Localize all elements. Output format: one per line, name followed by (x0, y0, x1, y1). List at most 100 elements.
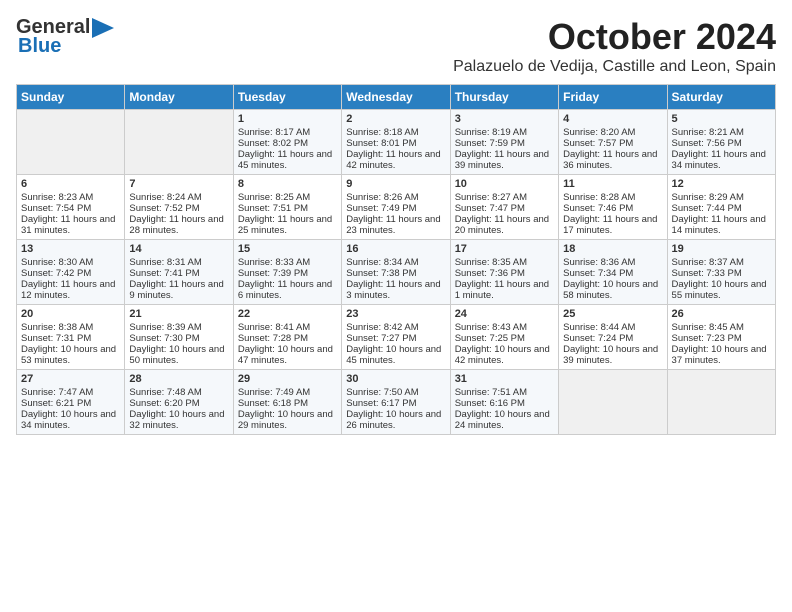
calendar-body: 1 Sunrise: 8:17 AMSunset: 8:02 PM Daylight… (17, 110, 776, 435)
day-content-line: Sunrise: 8:36 AM (563, 257, 662, 268)
day-content-line: Sunrise: 7:48 AM (129, 387, 228, 398)
month-title: October 2024 (453, 16, 776, 58)
calendar-table: SundayMondayTuesdayWednesdayThursdayFrid… (16, 84, 776, 435)
calendar-cell: 26Sunrise: 8:45 AMSunset: 7:23 PMDayligh… (667, 305, 775, 370)
calendar-cell: 11Sunrise: 8:28 AMSunset: 7:46 PMDayligh… (559, 175, 667, 240)
day-content-line: Sunset: 7:59 PM (455, 138, 554, 149)
calendar-cell: 29Sunrise: 7:49 AMSunset: 6:18 PMDayligh… (233, 370, 341, 435)
day-content-line: Sunset: 7:51 PM (238, 203, 337, 214)
logo: General Blue (16, 16, 114, 58)
day-content-line: Sunset: 6:20 PM (129, 398, 228, 409)
calendar-cell: 14Sunrise: 8:31 AMSunset: 7:41 PMDayligh… (125, 240, 233, 305)
day-number: 12 (672, 178, 771, 190)
day-content-line: Sunset: 7:33 PM (672, 268, 771, 279)
calendar-cell (667, 370, 775, 435)
day-content-line: Daylight: 11 hours and 28 minutes. (129, 214, 228, 236)
calendar-cell: 7 Sunrise: 8:24 AMSunset: 7:52 PMDaylight… (125, 175, 233, 240)
calendar-cell: 13Sunrise: 8:30 AMSunset: 7:42 PMDayligh… (17, 240, 125, 305)
day-content-line: Sunset: 7:39 PM (238, 268, 337, 279)
day-number: 14 (129, 243, 228, 255)
calendar-cell: 10Sunrise: 8:27 AMSunset: 7:47 PMDayligh… (450, 175, 558, 240)
day-number: 9 (346, 178, 445, 190)
day-number: 7 (129, 178, 228, 190)
calendar-cell: 28Sunrise: 7:48 AMSunset: 6:20 PMDayligh… (125, 370, 233, 435)
calendar-cell: 8Sunrise: 8:25 AMSunset: 7:51 PMDaylight… (233, 175, 341, 240)
day-number: 29 (238, 373, 337, 385)
calendar-cell: 16Sunrise: 8:34 AMSunset: 7:38 PMDayligh… (342, 240, 450, 305)
day-content-line: Sunset: 7:57 PM (563, 138, 662, 149)
day-content-line: Daylight: 11 hours and 34 minutes. (672, 149, 771, 171)
calendar-cell: 24Sunrise: 8:43 AMSunset: 7:25 PMDayligh… (450, 305, 558, 370)
day-number: 5 (672, 113, 771, 125)
day-header-saturday: Saturday (667, 85, 775, 110)
calendar-header-row: SundayMondayTuesdayWednesdayThursdayFrid… (17, 85, 776, 110)
day-content-line: Sunrise: 8:38 AM (21, 322, 120, 333)
day-content-line: Sunrise: 8:29 AM (672, 192, 771, 203)
calendar-cell: 5 Sunrise: 8:21 AMSunset: 7:56 PMDaylight… (667, 110, 775, 175)
calendar-cell (559, 370, 667, 435)
day-content-line: Sunset: 7:31 PM (21, 333, 120, 344)
day-content-line: Sunset: 7:56 PM (672, 138, 771, 149)
day-content-line: Sunrise: 8:24 AM (129, 192, 228, 203)
day-number: 20 (21, 308, 120, 320)
calendar-cell: 20Sunrise: 8:38 AMSunset: 7:31 PMDayligh… (17, 305, 125, 370)
day-number: 10 (455, 178, 554, 190)
day-content-line: Daylight: 11 hours and 9 minutes. (129, 279, 228, 301)
day-content-line: Sunrise: 8:21 AM (672, 127, 771, 138)
calendar-week-row: 1 Sunrise: 8:17 AMSunset: 8:02 PM Daylight… (17, 110, 776, 175)
day-content-line: Sunset: 7:27 PM (346, 333, 445, 344)
calendar-cell: 17 Sunrise: 8:35 AMSunset: 7:36 PMDayligh… (450, 240, 558, 305)
calendar-cell: 23 Sunrise: 8:42 AMSunset: 7:27 PMDayligh… (342, 305, 450, 370)
day-content-line: Sunrise: 8:39 AM (129, 322, 228, 333)
day-content-line: Sunrise: 8:23 AM (21, 192, 120, 203)
day-content-line: Sunset: 7:54 PM (21, 203, 120, 214)
day-content-line: Daylight: 11 hours and 1 minute. (455, 279, 554, 301)
calendar-cell: 2Sunrise: 8:18 AMSunset: 8:01 PMDaylight… (342, 110, 450, 175)
day-number: 28 (129, 373, 228, 385)
day-content-line: Sunrise: 8:44 AM (563, 322, 662, 333)
day-content-line: Daylight: 10 hours and 47 minutes. (238, 344, 337, 366)
calendar-cell: 6Sunrise: 8:23 AMSunset: 7:54 PMDaylight… (17, 175, 125, 240)
calendar-cell: 21Sunrise: 8:39 AMSunset: 7:30 PMDayligh… (125, 305, 233, 370)
page-header: General Blue October 2024 Palazuelo de V… (16, 16, 776, 76)
day-content-line: Sunrise: 8:20 AM (563, 127, 662, 138)
day-content-line: Sunrise: 8:17 AM (238, 127, 337, 138)
day-number: 1 (238, 113, 337, 125)
location-title: Palazuelo de Vedija, Castille and Leon, … (453, 58, 776, 76)
day-content-line: Sunset: 7:36 PM (455, 268, 554, 279)
day-content-line: Sunset: 7:34 PM (563, 268, 662, 279)
day-content-line: Daylight: 11 hours and 42 minutes. (346, 149, 445, 171)
day-content-line: Daylight: 10 hours and 55 minutes. (672, 279, 771, 301)
day-content-line: Sunrise: 8:42 AM (346, 322, 445, 333)
calendar-cell: 12Sunrise: 8:29 AMSunset: 7:44 PMDayligh… (667, 175, 775, 240)
day-number: 19 (672, 243, 771, 255)
calendar-cell (125, 110, 233, 175)
day-content-line: Sunrise: 8:43 AM (455, 322, 554, 333)
calendar-week-row: 13Sunrise: 8:30 AMSunset: 7:42 PMDayligh… (17, 240, 776, 305)
day-header-wednesday: Wednesday (342, 85, 450, 110)
calendar-cell: 4Sunrise: 8:20 AMSunset: 7:57 PMDaylight… (559, 110, 667, 175)
day-content-line: Sunset: 7:52 PM (129, 203, 228, 214)
day-content-line: Sunrise: 7:47 AM (21, 387, 120, 398)
calendar-cell: 3Sunrise: 8:19 AMSunset: 7:59 PMDaylight… (450, 110, 558, 175)
day-content-line: Daylight: 11 hours and 25 minutes. (238, 214, 337, 236)
day-number: 23 (346, 308, 445, 320)
calendar-cell: 19Sunrise: 8:37 AMSunset: 7:33 PMDayligh… (667, 240, 775, 305)
day-content-line: Sunset: 7:24 PM (563, 333, 662, 344)
day-content-line: Sunset: 8:02 PM (238, 138, 337, 149)
day-number: 17 (455, 243, 554, 255)
day-content-line: Sunrise: 8:35 AM (455, 257, 554, 268)
title-block: October 2024 Palazuelo de Vedija, Castil… (453, 16, 776, 76)
day-content-line: Daylight: 11 hours and 31 minutes. (21, 214, 120, 236)
day-content-line: Daylight: 11 hours and 14 minutes. (672, 214, 771, 236)
day-content-line: Sunrise: 8:28 AM (563, 192, 662, 203)
day-content-line: Daylight: 10 hours and 45 minutes. (346, 344, 445, 366)
day-content-line: Sunset: 7:42 PM (21, 268, 120, 279)
day-content-line: Sunset: 7:41 PM (129, 268, 228, 279)
day-content-line: Sunset: 7:46 PM (563, 203, 662, 214)
day-content-line: Daylight: 10 hours and 26 minutes. (346, 409, 445, 431)
calendar-cell: 9Sunrise: 8:26 AMSunset: 7:49 PMDaylight… (342, 175, 450, 240)
day-content-line: Sunset: 7:25 PM (455, 333, 554, 344)
day-header-tuesday: Tuesday (233, 85, 341, 110)
day-content-line: Sunrise: 8:30 AM (21, 257, 120, 268)
